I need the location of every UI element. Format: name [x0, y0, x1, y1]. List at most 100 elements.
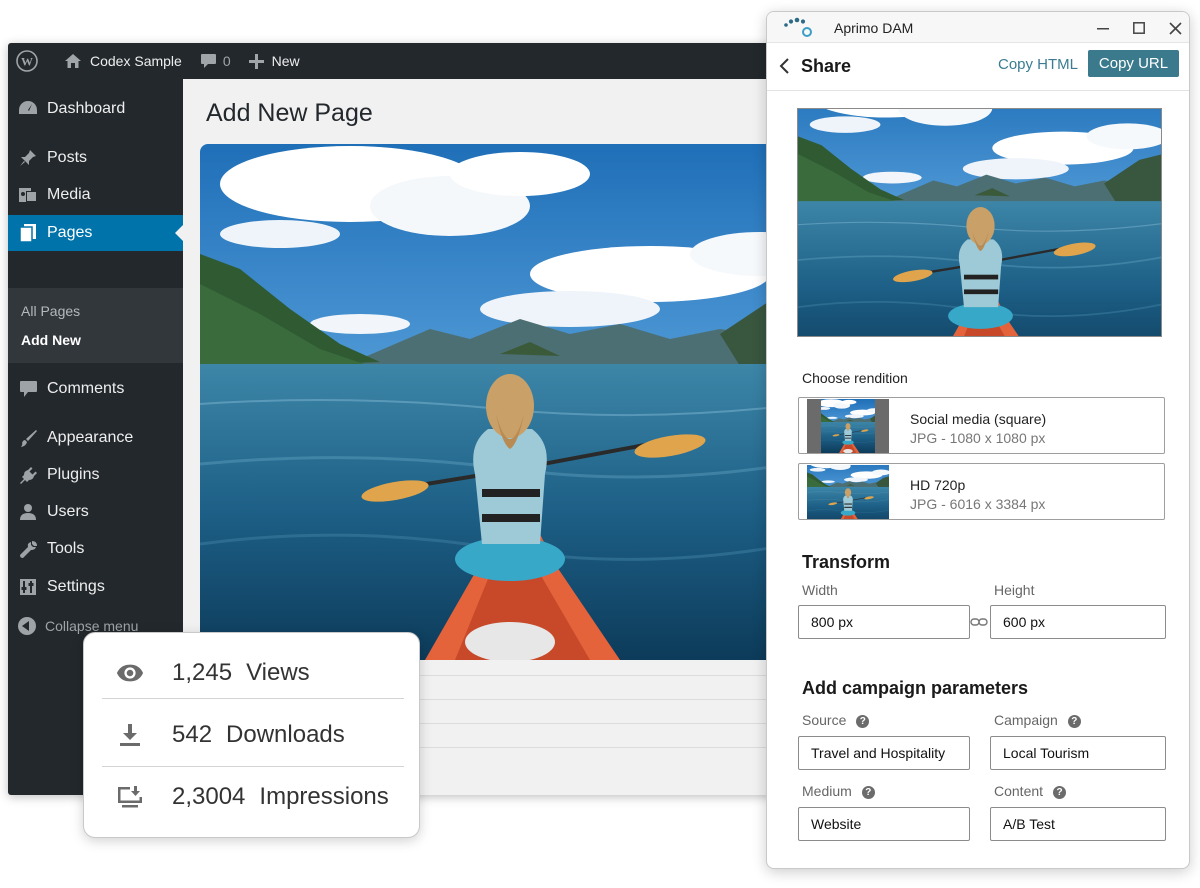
asset-stats-card: 1,245 Views 542 Downloads 2,3004 Impress… — [83, 632, 420, 838]
copy-html-link[interactable]: Copy HTML — [998, 56, 1078, 73]
window-titlebar: Aprimo DAM — [767, 12, 1189, 43]
rendition-option[interactable]: Social media (square) JPG - 1080 x 1080 … — [798, 397, 1165, 454]
menu-appearance[interactable]: Appearance — [8, 420, 183, 456]
new-content-link[interactable]: New — [239, 43, 308, 79]
asset-preview-image — [797, 108, 1162, 337]
campaign-label: Campaign? — [994, 712, 1081, 728]
comments-link[interactable]: 0 — [190, 43, 239, 79]
content-label: Content? — [994, 783, 1067, 799]
wrench-icon — [18, 539, 38, 559]
plug-icon — [18, 465, 38, 485]
rendition-meta: JPG - 1080 x 1080 px — [910, 430, 1046, 446]
menu-pages[interactable]: Pages — [8, 215, 183, 251]
comment-bubble-icon — [18, 379, 38, 399]
submenu-all-pages[interactable]: All Pages — [21, 303, 80, 319]
eye-icon — [116, 659, 144, 687]
monitor-download-icon — [116, 783, 144, 811]
content-input[interactable]: A/B Test — [990, 807, 1166, 841]
medium-label-text: Medium — [802, 783, 852, 799]
link-aspect-ratio-icon[interactable] — [970, 616, 988, 628]
back-chevron-icon[interactable] — [777, 57, 793, 75]
height-label: Height — [994, 582, 1035, 598]
rendition-option[interactable]: HD 720p JPG - 6016 x 3384 px — [798, 463, 1165, 520]
menu-label: Plugins — [47, 466, 100, 483]
rendition-name: Social media (square) — [910, 411, 1047, 427]
menu-comments[interactable]: Comments — [8, 371, 183, 407]
choose-rendition-label: Choose rendition — [802, 370, 908, 386]
settings-sliders-icon — [18, 577, 38, 597]
maximize-icon[interactable] — [1129, 18, 1149, 38]
featured-image — [200, 144, 808, 660]
menu-label: Appearance — [47, 429, 134, 446]
menu-users[interactable]: Users — [8, 494, 183, 530]
stat-downloads: 542 Downloads — [102, 704, 404, 766]
campaign-input[interactable]: Local Tourism — [990, 736, 1166, 770]
share-header: Share Copy HTML Copy URL — [767, 43, 1189, 91]
help-icon[interactable]: ? — [861, 786, 875, 799]
medium-label: Medium? — [802, 783, 875, 799]
rendition-thumbnail — [807, 465, 889, 519]
page-title: Add New Page — [206, 99, 373, 127]
campaign-parameters-heading: Add campaign parameters — [802, 678, 1029, 698]
aprimo-logo-icon — [784, 17, 812, 37]
height-input[interactable]: 600 px — [990, 605, 1166, 639]
share-title: Share — [801, 56, 852, 76]
close-icon[interactable] — [1165, 18, 1185, 38]
new-label: New — [271, 53, 300, 69]
width-input[interactable]: 800 px — [798, 605, 970, 639]
help-icon[interactable]: ? — [1067, 715, 1081, 728]
help-icon[interactable]: ? — [1053, 786, 1067, 799]
menu-label: Posts — [47, 149, 88, 166]
plus-icon — [248, 53, 264, 69]
menu-plugins[interactable]: Plugins — [8, 457, 183, 493]
pages-submenu: All Pages Add New — [8, 288, 183, 363]
paintbrush-icon — [18, 428, 38, 448]
menu-label: Comments — [47, 380, 125, 397]
media-icon — [18, 185, 38, 205]
menu-label: Users — [47, 503, 89, 520]
source-input[interactable]: Travel and Hospitality — [798, 736, 970, 770]
stat-divider — [102, 698, 404, 699]
menu-label: Media — [47, 186, 91, 203]
dashboard-icon — [18, 99, 38, 119]
rendition-thumbnail — [807, 399, 889, 453]
campaign-label-text: Campaign — [994, 712, 1058, 728]
submenu-add-new[interactable]: Add New — [21, 332, 81, 348]
menu-label: Pages — [47, 224, 93, 241]
wordpress-logo-icon[interactable]: W — [8, 43, 46, 79]
download-icon — [116, 721, 144, 749]
views-label: Views — [246, 659, 310, 686]
impressions-count: 2,3004 — [172, 783, 246, 810]
width-label: Width — [802, 582, 838, 598]
site-name-link[interactable]: Codex Sample — [46, 43, 190, 79]
stat-views: 1,245 Views — [102, 642, 404, 704]
medium-input[interactable]: Website — [798, 807, 970, 841]
menu-settings[interactable]: Settings — [8, 569, 183, 605]
window-title: Aprimo DAM — [834, 20, 914, 36]
aprimo-dam-window: Aprimo DAM Share Copy HTML Copy URL Choo… — [766, 11, 1190, 869]
help-icon[interactable]: ? — [856, 715, 870, 728]
menu-label: Settings — [47, 578, 105, 595]
views-count: 1,245 — [172, 659, 233, 686]
minimize-icon[interactable] — [1093, 18, 1113, 38]
copy-url-button[interactable]: Copy URL — [1088, 50, 1179, 77]
svg-text:W: W — [21, 55, 33, 69]
menu-media[interactable]: Media — [8, 177, 183, 213]
downloads-label: Downloads — [226, 721, 345, 748]
pages-icon — [18, 223, 38, 243]
comment-bubble-icon — [200, 53, 217, 69]
menu-tools[interactable]: Tools — [8, 531, 183, 567]
menu-posts[interactable]: Posts — [8, 140, 183, 176]
wp-admin-bar: W Codex Sample 0 New — [8, 43, 808, 79]
impressions-label: Impressions — [259, 783, 389, 810]
menu-label: Tools — [47, 540, 85, 557]
source-label: Source? — [802, 712, 870, 728]
downloads-count: 542 — [172, 721, 213, 748]
stat-impressions: 2,3004 Impressions — [102, 766, 404, 828]
transform-heading: Transform — [802, 552, 891, 572]
menu-dashboard[interactable]: Dashboard — [8, 91, 183, 127]
collapse-arrow-icon — [18, 617, 36, 635]
home-icon — [64, 53, 82, 69]
site-name: Codex Sample — [90, 53, 182, 69]
source-label-text: Source — [802, 712, 847, 728]
